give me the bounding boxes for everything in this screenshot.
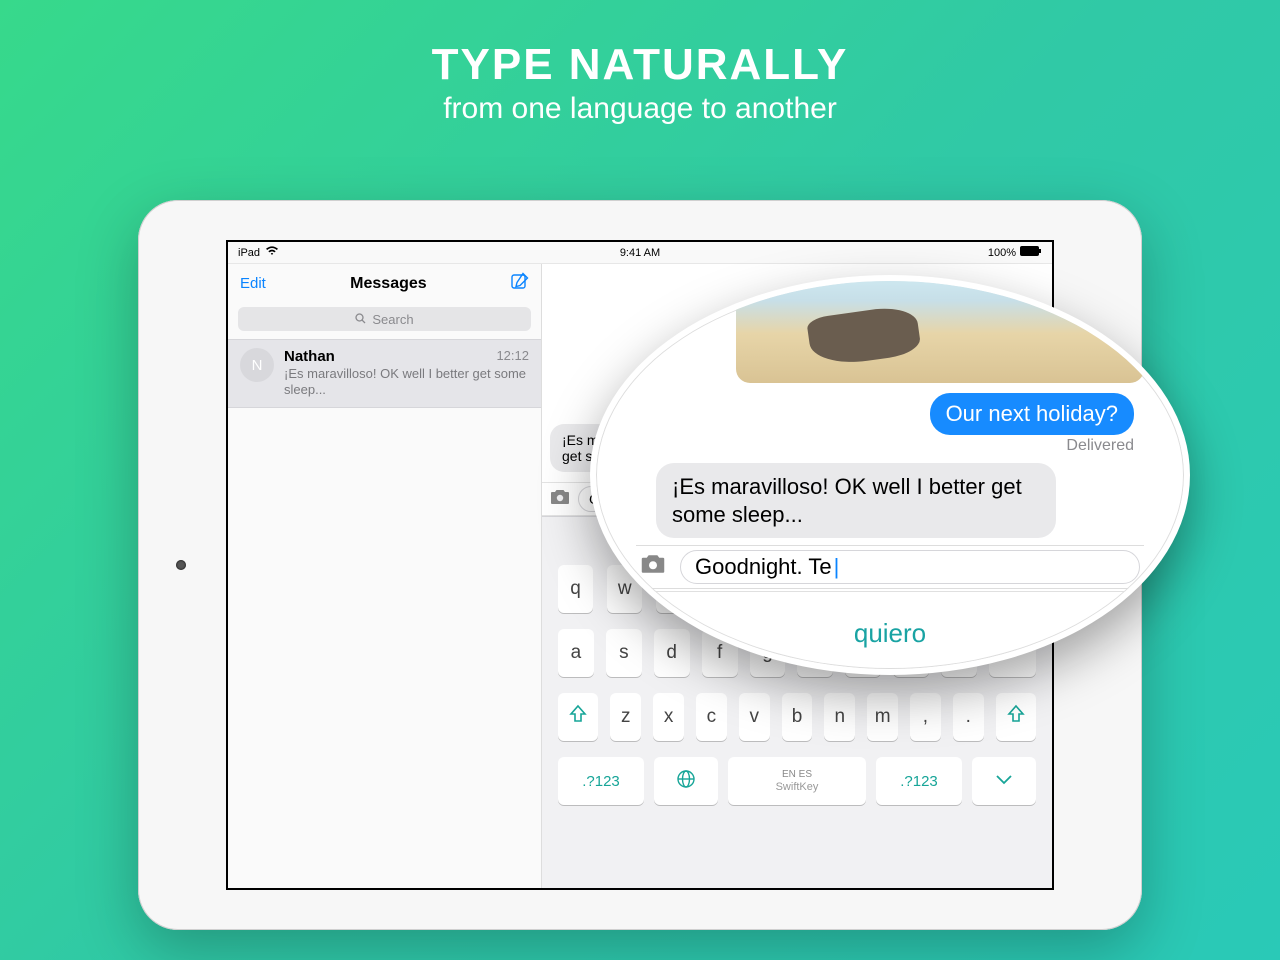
camera-dot xyxy=(176,560,186,570)
contact-name: Nathan xyxy=(284,348,335,365)
message-input-zoom[interactable]: Goodnight. Te | xyxy=(680,550,1140,584)
status-bar: iPad 9:41 AM 100% xyxy=(228,242,1052,264)
hero-title: TYPE NATURALLY xyxy=(0,40,1280,90)
key-symbols-left[interactable]: .?123 xyxy=(558,757,644,805)
compose-button[interactable] xyxy=(511,272,529,295)
space-brand: SwiftKey xyxy=(776,781,819,793)
attached-image xyxy=(736,275,1144,383)
chevron-down-icon xyxy=(995,773,1013,790)
key-z[interactable]: z xyxy=(610,693,641,741)
key-x[interactable]: x xyxy=(653,693,684,741)
conversations-sidebar: Edit Messages Search N Nat xyxy=(228,264,542,888)
incoming-bubble-zoom: ¡Es maravilloso! OK well I better get so… xyxy=(656,463,1056,538)
key-dismiss[interactable] xyxy=(972,757,1036,805)
key-q[interactable]: q xyxy=(558,565,593,613)
shift-icon xyxy=(568,704,588,730)
key-c[interactable]: c xyxy=(696,693,727,741)
camera-icon[interactable] xyxy=(550,489,570,510)
search-placeholder: Search xyxy=(372,312,413,327)
shift-icon xyxy=(1006,704,1026,730)
avatar: N xyxy=(240,348,274,382)
camera-icon[interactable] xyxy=(640,554,666,580)
key-shift-left[interactable] xyxy=(558,693,598,741)
space-lang: EN ES xyxy=(782,769,812,780)
key-comma[interactable]: , xyxy=(910,693,941,741)
sent-bubble: Our next holiday? xyxy=(930,393,1134,435)
key-space[interactable]: EN ES SwiftKey xyxy=(728,757,866,805)
key-shift-right[interactable] xyxy=(996,693,1036,741)
key-a[interactable]: a xyxy=(558,629,594,677)
conversation-item[interactable]: N Nathan 12:12 ¡Es maravilloso! OK well … xyxy=(228,339,541,408)
key-v[interactable]: v xyxy=(739,693,770,741)
message-preview: ¡Es maravilloso! OK well I better get so… xyxy=(284,366,529,399)
key-globe[interactable] xyxy=(654,757,718,805)
edit-button[interactable]: Edit xyxy=(240,275,266,292)
globe-icon xyxy=(676,769,696,793)
hero-banner: TYPE NATURALLY from one language to anot… xyxy=(0,0,1280,126)
key-period[interactable]: . xyxy=(953,693,984,741)
hero-subtitle: from one language to another xyxy=(0,92,1280,126)
key-symbols-right[interactable]: .?123 xyxy=(876,757,962,805)
key-m[interactable]: m xyxy=(867,693,898,741)
input-text: Goodnight. Te xyxy=(695,554,832,580)
text-cursor: | xyxy=(834,554,840,580)
key-b[interactable]: b xyxy=(782,693,813,741)
search-icon xyxy=(355,312,366,327)
key-n[interactable]: n xyxy=(824,693,855,741)
sidebar-title: Messages xyxy=(350,275,427,293)
search-input[interactable]: Search xyxy=(238,307,531,331)
message-time: 12:12 xyxy=(496,348,529,365)
zoom-suggestion[interactable]: quiero xyxy=(596,591,1184,649)
clock: 9:41 AM xyxy=(228,247,1052,259)
zoom-lens: Our next holiday? Delivered ¡Es maravill… xyxy=(590,275,1190,675)
delivered-label: Delivered xyxy=(1066,437,1134,455)
